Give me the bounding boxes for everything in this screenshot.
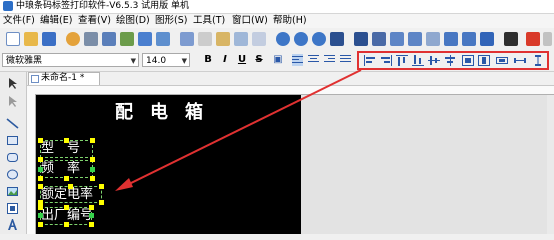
annotation-arrow — [115, 69, 362, 191]
